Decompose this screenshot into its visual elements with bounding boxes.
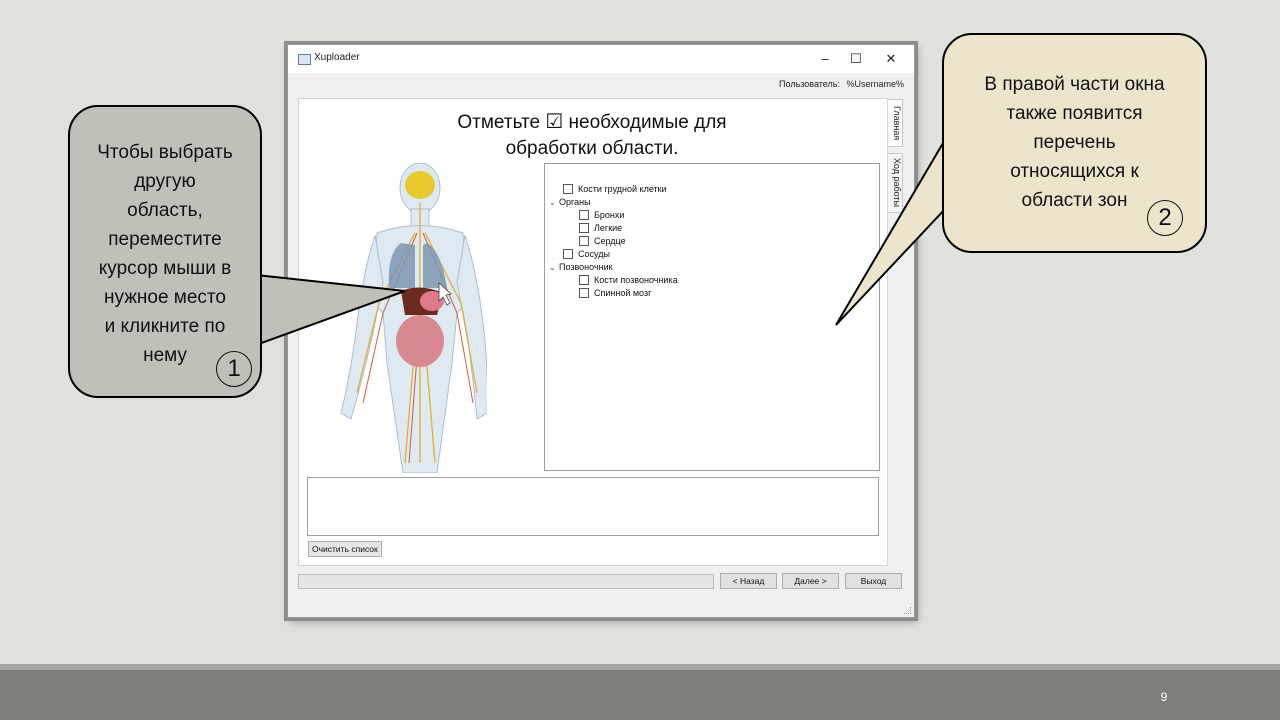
callout-2: В правой части окна также появится переч…: [942, 33, 1207, 253]
callout-1-line: переместите: [108, 229, 222, 250]
step-number-badge: 1: [216, 351, 252, 387]
callout-2-line: В правой части окна: [984, 74, 1165, 95]
callout-1-pointer: [255, 273, 406, 347]
callout-1-text: Чтобы выбрать другую область, переместит…: [70, 138, 260, 370]
callout-2-line: также появится: [1006, 103, 1143, 124]
callout-2-text: В правой части окна также появится переч…: [944, 70, 1205, 215]
callout-1: Чтобы выбрать другую область, переместит…: [68, 105, 262, 398]
callout-2-line: перечень: [1033, 132, 1116, 153]
callout-1-line: другую: [134, 171, 196, 192]
callout-1-line: нужное место: [103, 287, 226, 308]
callout-1-line: и кликните по: [104, 316, 226, 337]
callout-1-line: Чтобы выбрать: [97, 142, 233, 163]
callout-1-line: область,: [127, 200, 203, 221]
callout-2-line: относящихся к: [1010, 161, 1139, 182]
callout-1-line: курсор мыши в: [98, 258, 232, 279]
callout-2-pointer: [835, 134, 947, 326]
step-number-badge: 2: [1147, 200, 1183, 236]
